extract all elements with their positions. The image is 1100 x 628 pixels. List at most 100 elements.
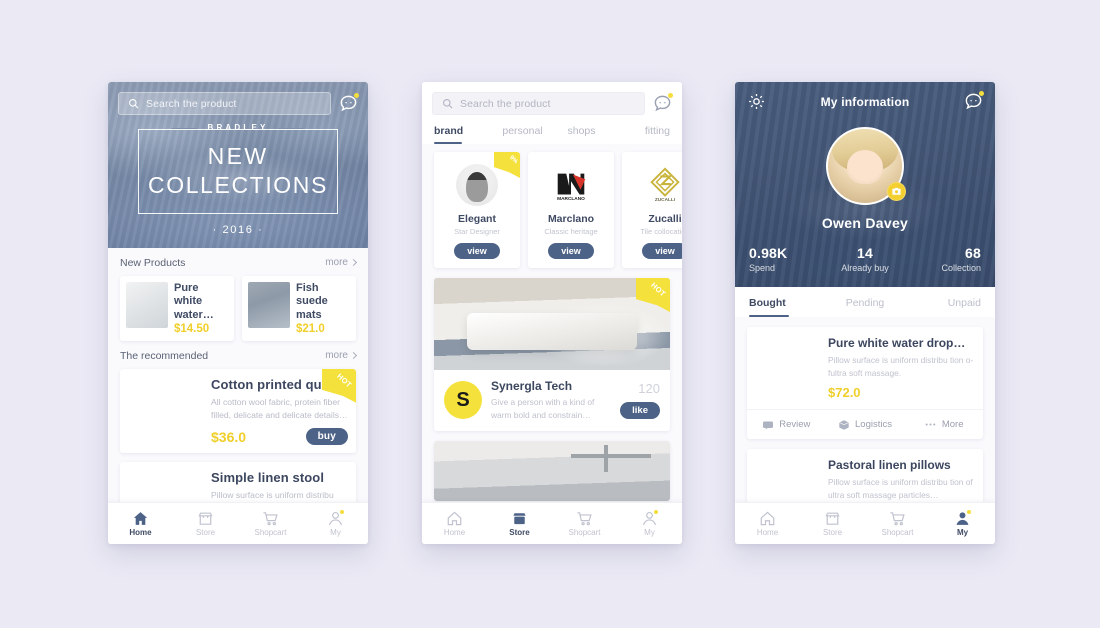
gear-icon[interactable] <box>747 92 766 111</box>
home-icon <box>446 510 463 526</box>
hero-banner: Search the product BRADLEY NEW COLLECTIO… <box>108 82 368 248</box>
tab-store[interactable]: Store <box>173 510 238 537</box>
product-card[interactable]: Fish suede mats $21.0 <box>242 275 356 341</box>
notification-dot <box>654 510 658 514</box>
comment-icon <box>763 421 774 430</box>
tab-home[interactable]: Home <box>735 510 800 537</box>
buy-button[interactable]: buy <box>305 427 348 445</box>
brand-card[interactable]: ZUCALLI Zucalli Tile collocation view <box>622 152 682 268</box>
tab-store[interactable]: Store <box>800 510 865 537</box>
tab-label: My <box>956 528 969 537</box>
tab-store[interactable]: Store <box>487 510 552 537</box>
tab-label: Home <box>443 528 466 537</box>
tab-my[interactable]: My <box>617 510 682 537</box>
hot-badge-label: HOT <box>335 371 354 390</box>
notification-dot <box>668 93 673 98</box>
feed-image <box>434 441 670 502</box>
order-description: Pillow surface is uniform distribu tion … <box>828 477 973 500</box>
brand-name: Zucalli <box>648 213 682 225</box>
feed-title: Synergla Tech <box>491 379 573 393</box>
tab-unpaid[interactable]: Unpaid <box>904 297 981 317</box>
camera-icon[interactable] <box>887 182 906 201</box>
search-row: Search the product <box>108 82 368 115</box>
tab-label: personal <box>502 125 543 137</box>
category-tabs: brand personal shops fitting <box>422 115 682 144</box>
zucalli-glyph: ZUCALLI <box>650 167 680 203</box>
avatar[interactable] <box>826 127 906 205</box>
like-button[interactable]: like <box>620 402 660 420</box>
notification-dot <box>979 91 984 96</box>
tab-label: Store <box>822 528 843 537</box>
tab-home[interactable]: Home <box>422 510 487 537</box>
more-link-recommended[interactable]: more <box>325 350 358 361</box>
feed-card[interactable]: HOT S Synergla Tech Give a person with a… <box>434 278 670 432</box>
tab-shopcart[interactable]: Shopcart <box>552 510 617 537</box>
feed-logo: S <box>444 381 482 420</box>
tab-pending[interactable]: Pending <box>826 297 903 317</box>
view-button[interactable]: view <box>454 243 500 259</box>
bottom-tab-bar: Home Store Shopcart My <box>735 502 995 544</box>
tab-shopcart[interactable]: Shopcart <box>865 510 930 537</box>
chat-bubble-icon[interactable] <box>653 93 673 113</box>
chat-bubble-icon[interactable] <box>339 93 359 113</box>
feed-card-next[interactable] <box>434 441 670 502</box>
profile-hero: My information Owen Davey 0.98K Spend 14… <box>735 82 995 287</box>
search-row: Search the product <box>422 82 682 115</box>
feed-description: Give a person with a kind of warm bold a… <box>491 397 595 420</box>
more-button[interactable]: More <box>904 410 983 439</box>
order-tabs: Bought Pending Unpaid <box>735 287 995 317</box>
tab-home[interactable]: Home <box>108 510 173 537</box>
cart-icon <box>262 510 279 526</box>
stat-already-buy[interactable]: 14 Already buy <box>826 245 903 273</box>
phone2-screen: Search the product brand personal shops … <box>422 82 682 544</box>
store-glyph <box>825 512 840 525</box>
svg-text:MARCLANO: MARCLANO <box>557 196 585 202</box>
chat-bubble-icon[interactable] <box>964 91 984 111</box>
user-name: Owen Davey <box>821 215 909 231</box>
order-card[interactable]: Pure white water drop… Pillow surface is… <box>747 327 983 440</box>
view-button[interactable]: view <box>642 243 682 259</box>
tab-fitting[interactable]: fitting <box>611 125 670 144</box>
tab-label: Store <box>195 528 216 537</box>
stat-collection[interactable]: 68 Collection <box>904 245 981 273</box>
recommended-product-card[interactable]: Cotton printed quilt All cotton wool fab… <box>120 368 356 453</box>
tab-my[interactable]: My <box>303 510 368 537</box>
brand-card[interactable]: MARCLANO Marclano Classic heritage view <box>528 152 614 268</box>
product-card[interactable]: Pure white water… $14.50 <box>120 275 234 341</box>
logistics-button[interactable]: Logistics <box>826 410 905 439</box>
brand-card[interactable]: Elegant Star Designer view 9% <box>434 152 520 268</box>
tab-label: Home <box>756 528 779 537</box>
phone1-screen: Search the product BRADLEY NEW COLLECTIO… <box>108 82 368 544</box>
user-icon <box>327 510 344 526</box>
cart-glyph <box>890 512 905 526</box>
stat-spend[interactable]: 0.98K Spend <box>749 245 826 273</box>
store-icon <box>824 510 841 526</box>
action-label: Review <box>779 419 811 431</box>
tab-label: Unpaid <box>947 297 981 309</box>
view-button[interactable]: view <box>548 243 594 259</box>
tab-shops[interactable]: shops <box>552 125 611 144</box>
tab-shopcart[interactable]: Shopcart <box>238 510 303 537</box>
hero-title-block: BRADLEY NEW COLLECTIONS <box>138 123 338 214</box>
store-icon <box>197 510 214 526</box>
tab-personal[interactable]: personal <box>493 125 552 144</box>
tab-bought[interactable]: Bought <box>749 297 826 317</box>
tab-brand[interactable]: brand <box>434 125 493 144</box>
cart-glyph <box>263 512 278 526</box>
feed-image <box>434 278 670 370</box>
review-button[interactable]: Review <box>747 410 826 439</box>
tab-label: My <box>330 528 341 537</box>
home-icon <box>132 510 149 526</box>
brand-card-list: Elegant Star Designer view 9% MARCLANO M… <box>422 144 682 278</box>
tab-my[interactable]: My <box>930 510 995 537</box>
section-header-new-products: New Products more <box>108 248 368 276</box>
order-title: Pastoral linen pillows <box>828 458 951 473</box>
order-actions: Review Logistics More <box>747 409 983 439</box>
search-input[interactable]: Search the product <box>118 92 331 115</box>
tab-label: Shopcart <box>568 528 601 537</box>
discount-label: 9% <box>508 154 519 166</box>
cart-glyph <box>577 512 592 526</box>
product-info: Fish suede mats $21.0 <box>296 282 350 335</box>
more-link-new-products[interactable]: more <box>325 257 358 268</box>
search-input[interactable]: Search the product <box>432 92 645 115</box>
